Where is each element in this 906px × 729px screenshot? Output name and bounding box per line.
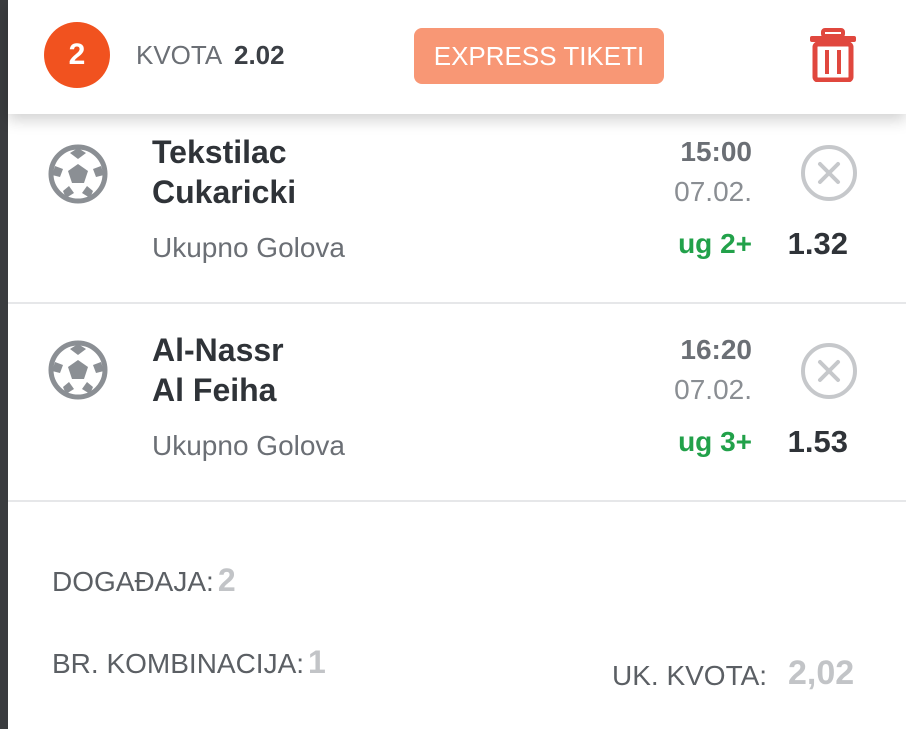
soccer-ball-icon [48,144,108,204]
away-team: Cukaricki [152,174,297,210]
combinations-label: BR. KOMBINACIJA: [52,648,305,679]
pick-odd: 1.53 [787,424,848,459]
home-team: Tekstilac [152,134,287,170]
express-tiketi-button[interactable]: EXPRESS TIKETI [414,28,664,84]
events-value: 2 [217,562,236,598]
selection-count-badge: 2 [44,22,110,88]
close-circle-icon[interactable] [800,342,858,400]
pick-label: ug 2+ [678,228,752,259]
match-time: 15:00 [680,136,752,167]
kvota-label: KVOTA [136,40,223,70]
bet-slip-header: 2 KVOTA 2.02 EXPRESS TIKETI [8,0,906,114]
pick-odd: 1.32 [787,226,848,261]
match-date: 07.02. [674,374,752,405]
market-name: Ukupno Golova [152,430,346,461]
bet-slip-panel: 2 KVOTA 2.02 EXPRESS TIKETI Tekstilac Cu… [8,0,906,729]
market-name: Ukupno Golova [152,232,346,263]
trash-icon[interactable] [808,28,858,82]
away-team: Al Feiha [152,372,277,408]
bet-item: Al-Nassr Al Feiha Ukupno Golova 16:20 07… [8,304,906,502]
total-odds-label: UK. KVOTA: [612,660,768,691]
combinations-row: BR. KOMBINACIJA: 1 [52,644,326,681]
pick-label: ug 3+ [678,426,752,457]
match-date: 07.02. [674,176,752,207]
events-count-row: DOGAĐAJA: 2 [52,562,236,599]
total-odds-value: 2,02 [788,654,855,692]
events-label: DOGAĐAJA: [52,566,214,597]
home-team: Al-Nassr [152,332,284,368]
bet-item: Tekstilac Cukaricki Ukupno Golova 15:00 … [8,106,906,304]
close-circle-icon[interactable] [800,144,858,202]
combinations-value: 1 [308,644,326,680]
kvota-value: 2.02 [234,40,285,70]
match-time: 16:20 [680,334,752,365]
soccer-ball-icon [48,340,108,400]
